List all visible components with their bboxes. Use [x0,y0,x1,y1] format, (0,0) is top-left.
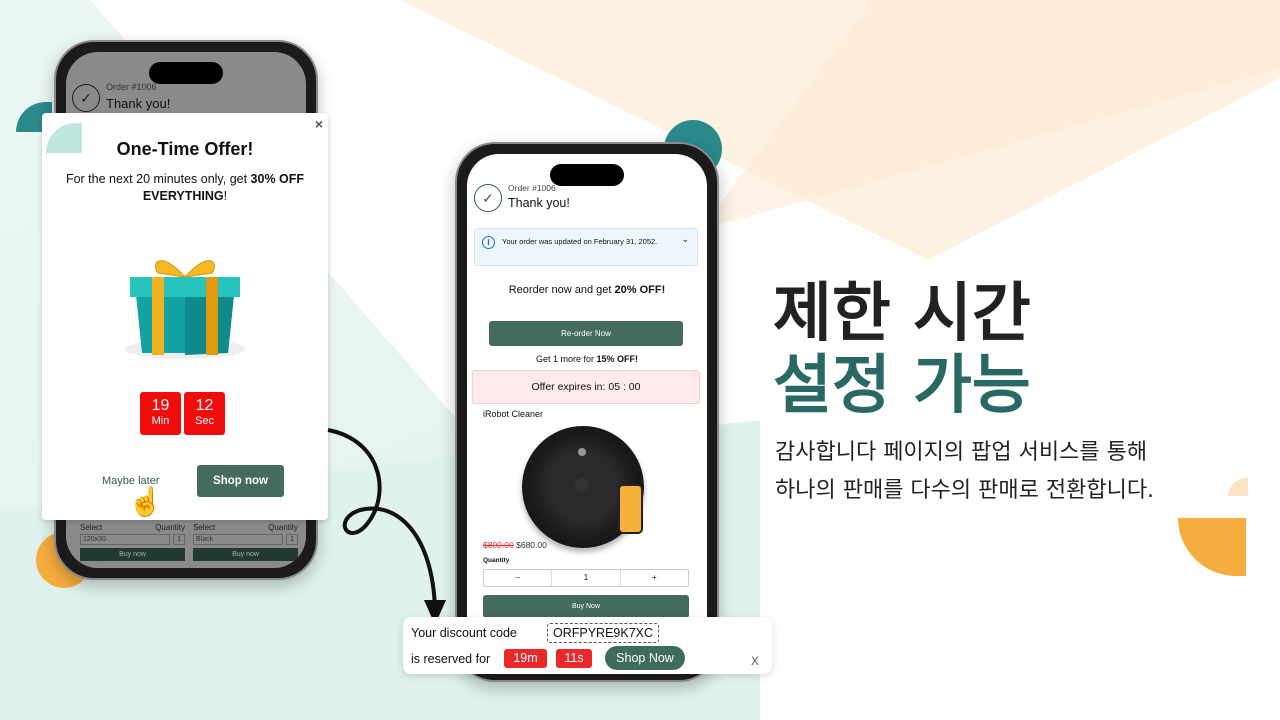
headline-line1: 제한 시간 [773,277,1031,351]
quantity-label: Quantity [483,557,510,564]
thank-you: Thank you! [508,196,570,210]
price: $800.00 $680.00 [483,540,547,550]
qty-label: Quantity [268,523,298,532]
discount-code[interactable]: ORFPYRE9K7XC [547,623,660,643]
hand-pointer-icon: ☝ [128,486,163,517]
qty-stepper[interactable]: 1 [173,534,185,545]
phone-app-image [618,484,643,534]
peach-quarter [1228,478,1248,496]
quantity-stepper: − 1 + [483,569,689,587]
timer-minutes: 19 Min [140,392,181,435]
popup-title: One-Time Offer! [116,139,254,159]
one-time-offer-popup: × One-Time Offer! For the next 20 minute… [42,113,328,520]
order-number: Order #1006 [508,183,556,193]
order-number: Order #1006 [106,82,157,92]
discount-code-bar: Your discount code ORFPYRE9K7XC is reser… [403,617,772,674]
color-select[interactable]: Black [193,534,284,545]
reorder-button[interactable]: Re-order Now [489,321,683,346]
subheadline: 감사합니다 페이지의 팝업 서비스를 통해 하나의 판매를 다수의 판매로 전환… [775,434,1154,510]
check-circle-icon: ✓ [72,84,100,112]
timer-seconds: 12 Sec [184,392,225,435]
subheadline-line2: 하나의 판매를 다수의 판매로 전환합니다. [775,478,1155,503]
select-label: Select [80,523,103,532]
discount-label: Your discount code [411,626,517,640]
info-icon: i [482,236,495,249]
notice-text: Your order was updated on February 31, 2… [502,237,658,246]
quantity-value[interactable]: 1 [551,570,621,586]
shop-now-button[interactable]: Shop now [197,465,284,497]
chevron-down-icon[interactable]: ⌄ [681,234,689,245]
order-update-notice[interactable]: i Your order was updated on February 31,… [474,228,698,266]
subheadline-line1: 감사합니다 페이지의 팝업 서비스를 통해 [775,440,1148,465]
bg-products: Select Quantity 120x30 1 Buy now Select Qua… [80,523,298,561]
popup-body: For the next 20 minutes only, get 30% OF… [65,172,305,203]
old-price: $800.00 [483,540,514,550]
increment-button[interactable]: + [621,570,688,586]
buy-now-button[interactable]: Buy now [80,548,185,561]
dynamic-island [550,164,624,186]
product-name: iRobot Cleaner [483,409,544,419]
curved-arrow-icon [327,428,446,625]
reserved-seconds: 11s [556,649,592,668]
headline-line2: 설정 가능 [773,349,1031,423]
new-price: $680.00 [516,540,547,550]
center-phone: ✓ Order #1006 Thank you! i Your order wa… [455,142,719,682]
buy-now-button[interactable]: Buy Now [483,595,689,618]
select-label: Select [193,523,216,532]
countdown-timer: 19 Min 12 Sec [140,392,225,435]
buy-now-button[interactable]: Buy now [193,548,298,561]
qty-label: Quantity [155,523,185,532]
orange-quarter [1178,518,1246,576]
qty-stepper[interactable]: 1 [286,534,298,545]
check-circle-icon: ✓ [474,184,502,212]
decrement-button[interactable]: − [484,570,551,586]
offer-expires-banner: Offer expires in: 05 : 00 [472,370,700,404]
gift-box-image [125,260,245,359]
close-icon[interactable]: × [315,116,323,132]
shop-now-button[interactable]: Shop Now [605,646,685,670]
dynamic-island [149,62,223,84]
close-button[interactable]: X [751,654,759,668]
reserved-label: is reserved for [411,652,491,666]
thank-you: Thank you! [106,96,171,111]
reserved-minutes: 19m [504,649,547,668]
reorder-headline: Reorder now and get 20% OFF! [508,284,666,296]
size-select[interactable]: 120x30 [80,534,171,545]
upsell-text: Get 1 more for 15% OFF! [535,354,639,364]
